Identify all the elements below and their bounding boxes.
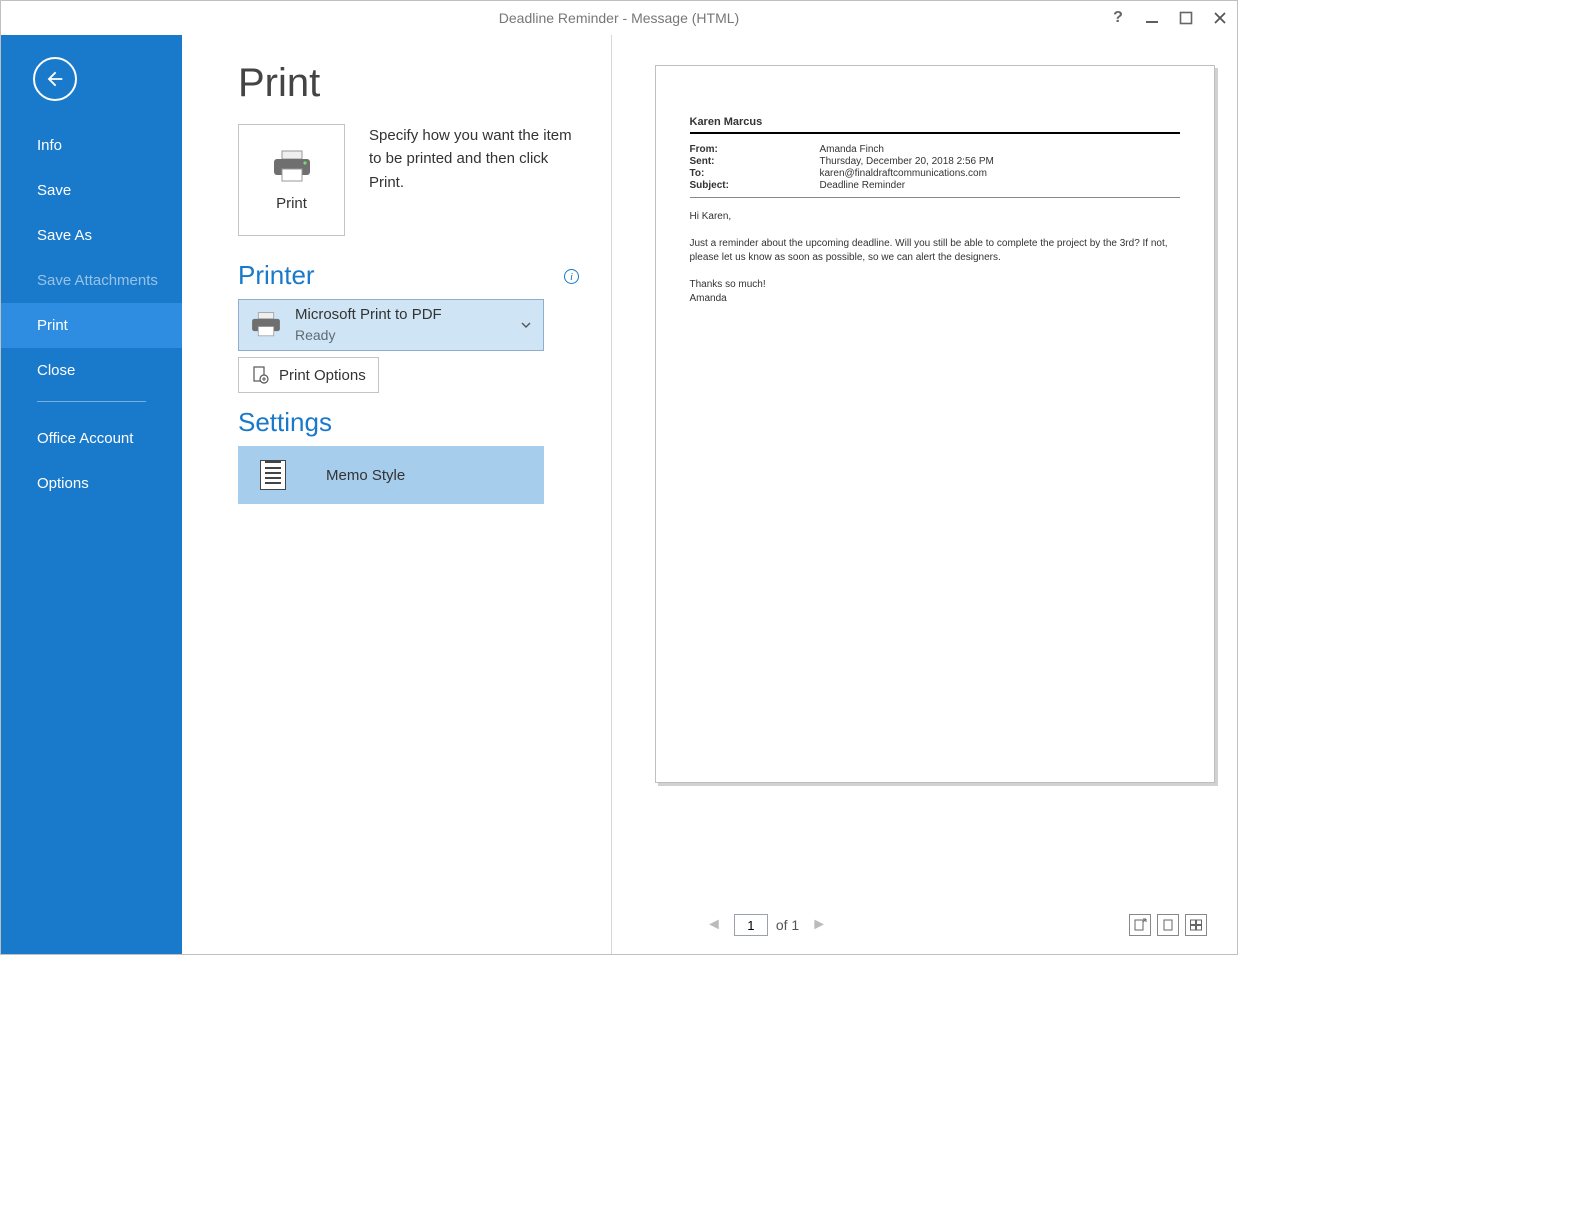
preview-from-value: Amanda Finch — [820, 144, 1180, 155]
sidebar-item-info[interactable]: Info — [1, 123, 182, 168]
preview-subject-row: Subject: Deadline Reminder — [690, 180, 1180, 191]
printer-heading-row: Printer i — [238, 254, 579, 299]
sidebar-item-options[interactable]: Options — [1, 461, 182, 506]
print-style-label: Memo Style — [326, 467, 405, 484]
printer-heading: Printer — [238, 260, 315, 291]
title-bar: Deadline Reminder - Message (HTML) ? — [1, 1, 1237, 35]
sidebar-item-save[interactable]: Save — [1, 168, 182, 213]
print-controls-panel: Print Print Specify how you want the ite… — [182, 35, 612, 954]
close-icon — [1213, 11, 1227, 25]
one-page-button[interactable] — [1157, 914, 1179, 936]
memo-style-icon — [260, 460, 286, 490]
sidebar-item-office-account[interactable]: Office Account — [1, 416, 182, 461]
preview-user-name: Karen Marcus — [690, 116, 1180, 128]
printer-info-icon[interactable]: i — [564, 269, 579, 284]
preview-wrap: Karen Marcus From: Amanda Finch Sent: Th… — [652, 65, 1217, 906]
back-button[interactable] — [33, 57, 77, 101]
preview-to-value: karen@finaldraftcommunications.com — [820, 168, 1180, 179]
printer-icon — [270, 149, 314, 185]
maximize-icon — [1179, 11, 1193, 25]
preview-thanks: Thanks so much! — [690, 278, 1180, 293]
print-options-button[interactable]: Print Options — [238, 357, 379, 393]
window-title: Deadline Reminder - Message (HTML) — [499, 10, 739, 26]
pager-prev-button[interactable]: ◄ — [702, 914, 726, 936]
print-row: Print Specify how you want the item to b… — [238, 124, 579, 236]
preview-to-row: To: karen@finaldraftcommunications.com — [690, 168, 1180, 179]
preview-page: Karen Marcus From: Amanda Finch Sent: Th… — [655, 65, 1215, 783]
preview-subject-label: Subject: — [690, 180, 820, 191]
minimize-icon — [1145, 11, 1159, 25]
window-controls: ? — [1101, 1, 1237, 35]
pager-next-button[interactable]: ► — [807, 914, 831, 936]
maximize-button[interactable] — [1169, 1, 1203, 35]
preview-signature: Amanda — [690, 292, 1180, 307]
printer-selector[interactable]: Microsoft Print to PDF Ready — [238, 299, 544, 351]
sidebar-item-save-as[interactable]: Save As — [1, 213, 182, 258]
preview-rule-thin — [690, 197, 1180, 198]
multi-page-icon — [1189, 918, 1203, 932]
actual-size-button[interactable] — [1129, 914, 1151, 936]
printer-name: Microsoft Print to PDF — [295, 305, 442, 325]
printer-text: Microsoft Print to PDF Ready — [295, 305, 442, 344]
page-title: Print — [238, 61, 579, 106]
pager-of-label: of 1 — [776, 917, 799, 933]
preview-to-label: To: — [690, 168, 820, 179]
main-area: Print Print Specify how you want the ite… — [182, 35, 1237, 954]
printer-small-icon — [249, 311, 283, 339]
back-arrow-icon — [44, 68, 66, 90]
settings-heading: Settings — [238, 407, 579, 438]
sidebar-separator — [37, 401, 146, 402]
actual-size-icon — [1133, 918, 1147, 932]
print-options-icon — [251, 366, 269, 384]
preview-greeting: Hi Karen, — [690, 210, 1180, 225]
print-options-label: Print Options — [279, 367, 366, 384]
print-style-selector[interactable]: Memo Style — [238, 446, 544, 504]
preview-body: Hi Karen, Just a reminder about the upco… — [690, 210, 1180, 307]
preview-from-label: From: — [690, 144, 820, 155]
print-description: Specify how you want the item to be prin… — [369, 124, 579, 194]
body: Info Save Save As Save Attachments Print… — [1, 35, 1237, 954]
preview-body-text: Just a reminder about the upcoming deadl… — [690, 237, 1180, 266]
multi-page-button[interactable] — [1185, 914, 1207, 936]
sidebar-item-save-attachments: Save Attachments — [1, 258, 182, 303]
preview-rule-thick — [690, 132, 1180, 134]
print-button-label: Print — [276, 195, 307, 212]
one-page-icon — [1161, 918, 1175, 932]
pager-left: ◄ of 1 ► — [702, 914, 831, 936]
sidebar-item-print[interactable]: Print — [1, 303, 182, 348]
pager-right — [1129, 914, 1207, 936]
preview-from-row: From: Amanda Finch — [690, 144, 1180, 155]
app-window: Deadline Reminder - Message (HTML) ? Inf… — [0, 0, 1238, 955]
pager-current-input[interactable] — [734, 914, 768, 936]
preview-subject-value: Deadline Reminder — [820, 180, 1180, 191]
preview-sent-label: Sent: — [690, 156, 820, 167]
chevron-down-icon — [521, 320, 531, 330]
preview-sent-row: Sent: Thursday, December 20, 2018 2:56 P… — [690, 156, 1180, 167]
minimize-button[interactable] — [1135, 1, 1169, 35]
backstage-sidebar: Info Save Save As Save Attachments Print… — [1, 35, 182, 954]
print-preview-panel: Karen Marcus From: Amanda Finch Sent: Th… — [612, 35, 1237, 954]
printer-status: Ready — [295, 326, 442, 345]
sidebar-item-close[interactable]: Close — [1, 348, 182, 393]
close-button[interactable] — [1203, 1, 1237, 35]
preview-sent-value: Thursday, December 20, 2018 2:56 PM — [820, 156, 1180, 167]
help-button[interactable]: ? — [1101, 1, 1135, 35]
print-button[interactable]: Print — [238, 124, 345, 236]
preview-pager: ◄ of 1 ► — [652, 906, 1217, 944]
